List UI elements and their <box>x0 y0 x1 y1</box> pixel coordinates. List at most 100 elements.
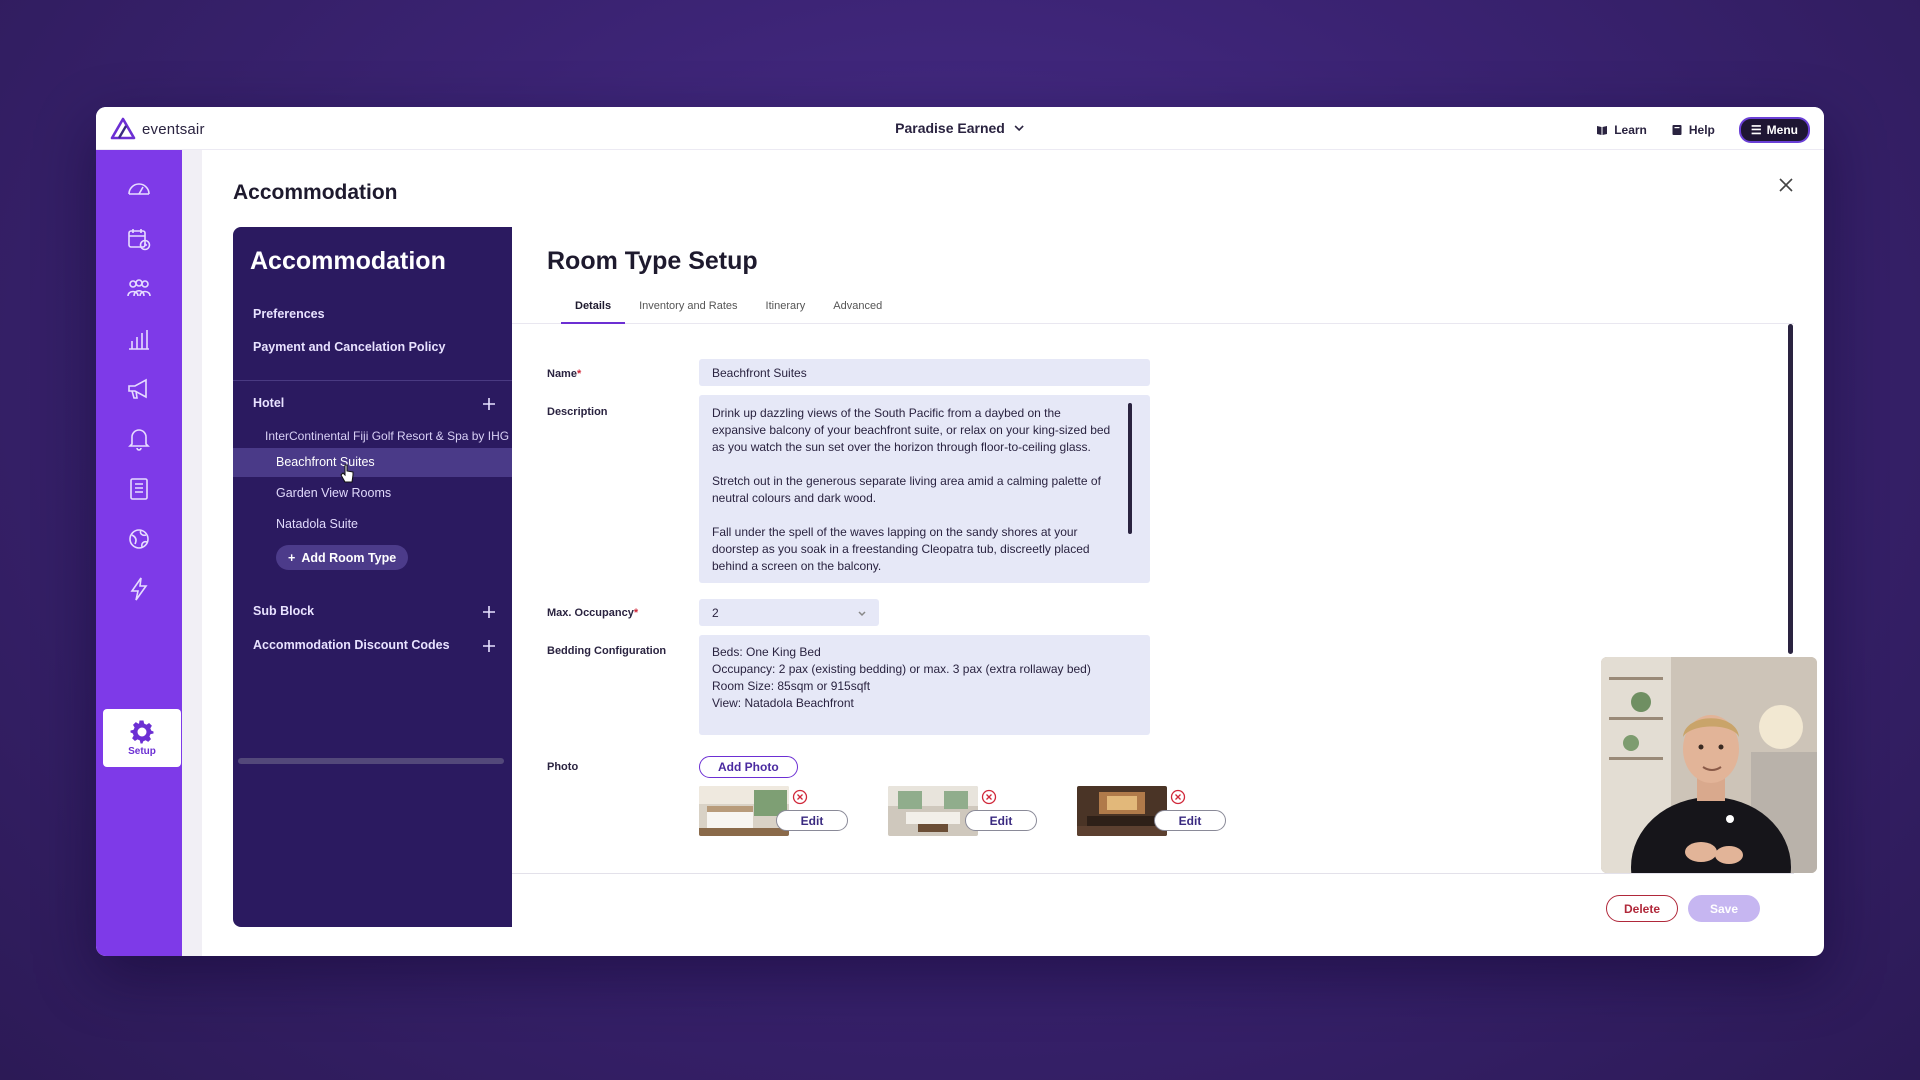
description-label: Description <box>547 406 608 418</box>
footer-divider <box>512 873 1794 874</box>
photo-thumbnail[interactable] <box>888 786 978 836</box>
remove-photo-button[interactable] <box>981 789 997 805</box>
close-icon <box>1779 178 1793 192</box>
rail-item-contacts[interactable] <box>118 268 160 310</box>
photo-bathroom-image <box>1077 786 1167 836</box>
dashboard-icon <box>128 183 150 195</box>
rail-divider <box>182 150 202 956</box>
bedding-line: Room Size: 85sqm or 915sqft <box>712 679 871 693</box>
save-button[interactable]: Save <box>1688 895 1760 922</box>
rail-item-dashboard[interactable] <box>118 168 160 210</box>
nav-hotel-section[interactable]: Hotel <box>253 396 284 410</box>
add-discount-code-button[interactable] <box>482 639 496 653</box>
nav-preferences[interactable]: Preferences <box>253 307 325 321</box>
edit-photo-button[interactable]: Edit <box>1154 810 1226 831</box>
room-type-label: Natadola Suite <box>276 517 359 531</box>
plus-icon <box>483 640 495 652</box>
people-icon <box>127 279 151 297</box>
event-selector[interactable]: Paradise Earned <box>895 120 1025 136</box>
rail-item-reports[interactable] <box>118 318 160 360</box>
bedding-line: Beds: One King Bed <box>712 645 821 659</box>
help-book-icon <box>1672 125 1682 135</box>
rail-item-schedule[interactable] <box>118 218 160 260</box>
name-label: Name* <box>547 368 582 380</box>
tab-itinerary[interactable]: Itinerary <box>752 300 820 324</box>
photo-thumbnail[interactable] <box>1077 786 1167 836</box>
rail-item-automation[interactable] <box>118 568 160 610</box>
description-paragraph: Stretch out in the generous separate liv… <box>712 474 1101 505</box>
bell-icon <box>128 429 150 451</box>
rail-item-notifications[interactable] <box>118 418 160 460</box>
nav-sub-block[interactable]: Sub Block <box>253 604 314 618</box>
help-label: Help <box>1688 123 1715 137</box>
tab-inventory-and-rates[interactable]: Inventory and Rates <box>625 300 751 324</box>
edit-photo-button[interactable]: Edit <box>965 810 1037 831</box>
add-room-type-label: Add Room Type <box>301 550 397 565</box>
remove-photo-button[interactable] <box>1170 789 1186 805</box>
close-button[interactable] <box>1776 175 1796 195</box>
max-occupancy-label: Max. Occupancy* <box>547 607 639 619</box>
document-icon <box>130 478 148 500</box>
photo-living-image <box>888 786 978 836</box>
name-field[interactable]: Beachfront Suites <box>699 359 1150 386</box>
max-occupancy-select[interactable]: 2 <box>699 599 879 626</box>
top-bar: eventsair Paradise Earned Learn Help ☰ M… <box>96 107 1824 150</box>
chevron-down-icon <box>1014 125 1024 132</box>
hotel-item[interactable]: InterContinental Fiji Golf Resort & Spa … <box>265 429 509 443</box>
form-vertical-scrollbar[interactable] <box>1788 324 1793 654</box>
rail-item-forms[interactable] <box>118 468 160 510</box>
rail-item-setup[interactable]: Setup <box>103 709 181 767</box>
delete-button[interactable]: Delete <box>1606 895 1678 922</box>
room-type-item-natadola[interactable]: Natadola Suite <box>233 510 512 539</box>
tab-advanced[interactable]: Advanced <box>819 300 896 324</box>
photo-label: Photo <box>547 761 579 773</box>
menu-label: Menu <box>1766 123 1798 137</box>
presenter-video-image <box>1601 657 1817 873</box>
description-paragraph: Drink up dazzling views of the South Pac… <box>712 406 1111 454</box>
chevron-down-icon <box>858 610 866 616</box>
learn-link[interactable]: Learn <box>1596 123 1647 137</box>
add-hotel-button[interactable] <box>482 397 496 411</box>
room-type-item-garden-view[interactable]: Garden View Rooms <box>233 479 512 508</box>
tab-details[interactable]: Details <box>561 300 626 324</box>
description-field[interactable]: Drink up dazzling views of the South Pac… <box>699 395 1150 583</box>
max-occupancy-value: 2 <box>712 605 719 620</box>
help-link[interactable]: Help <box>1671 123 1715 137</box>
nav-payment-policy[interactable]: Payment and Cancelation Policy <box>253 340 445 354</box>
logo-icon <box>110 117 136 140</box>
add-sub-block-button[interactable] <box>482 605 496 619</box>
add-room-type-button[interactable]: + Add Room Type <box>276 545 409 570</box>
calendar-icon <box>128 229 151 251</box>
rail-item-marketing[interactable] <box>118 368 160 410</box>
left-nav-rail: Setup <box>96 150 182 956</box>
room-type-item-beachfront[interactable]: Beachfront Suites <box>233 448 512 477</box>
book-icon <box>1597 126 1608 135</box>
gear-icon <box>130 720 154 743</box>
learn-label: Learn <box>1614 123 1647 137</box>
page-title: Accommodation <box>233 181 398 204</box>
lightning-icon <box>130 577 148 601</box>
eventsair-logo[interactable]: eventsair <box>110 117 205 141</box>
edit-photo-button[interactable]: Edit <box>776 810 848 831</box>
description-paragraph: Fall under the spell of the waves lappin… <box>712 525 1090 573</box>
logo-text: eventsair <box>142 120 205 138</box>
plus-icon <box>483 606 495 618</box>
nav-discount-codes[interactable]: Accommodation Discount Codes <box>253 638 450 652</box>
form-tabs: Details Inventory and Rates Itinerary Ad… <box>561 300 896 324</box>
bedding-field[interactable]: Beds: One King Bed Occupancy: 2 pax (exi… <box>699 635 1150 735</box>
photo-thumbnail[interactable] <box>699 786 789 836</box>
hand-cursor-icon <box>340 464 354 483</box>
menu-button[interactable]: ☰ Menu <box>1738 117 1810 143</box>
rail-item-web[interactable] <box>118 518 160 560</box>
hamburger-icon: ☰ <box>1750 123 1762 137</box>
bedding-line: Occupancy: 2 pax (existing bedding) or m… <box>712 662 1091 676</box>
add-photo-button[interactable]: Add Photo <box>699 756 798 778</box>
remove-photo-button[interactable] <box>792 789 808 805</box>
close-circle-icon <box>1170 789 1186 805</box>
megaphone-icon <box>128 378 147 399</box>
description-scrollbar[interactable] <box>1128 403 1132 534</box>
plus-icon: + <box>288 550 296 565</box>
bedding-line: View: Natadola Beachfront <box>712 696 854 710</box>
top-actions: Learn Help ☰ Menu <box>1596 117 1810 143</box>
panel-horizontal-scrollbar[interactable] <box>238 758 504 764</box>
